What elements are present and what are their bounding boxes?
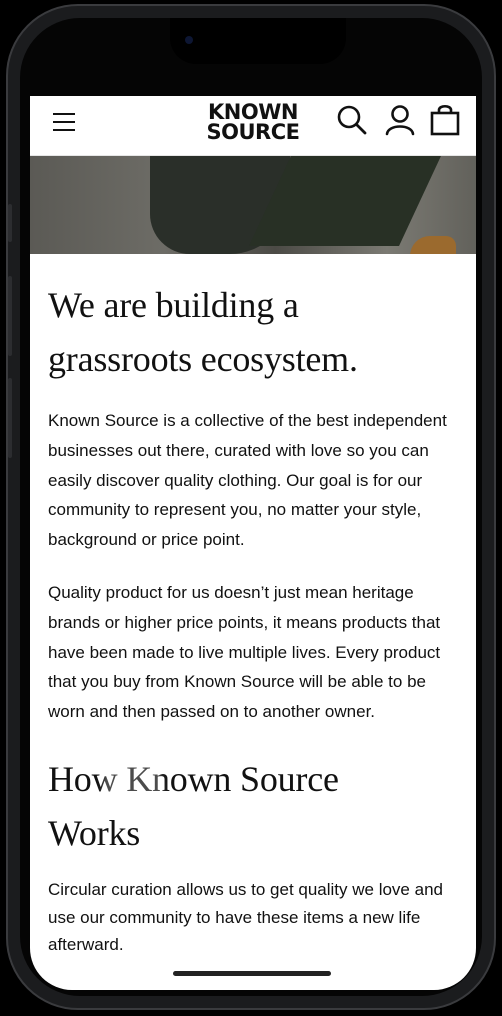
heading-line: We are building a	[48, 285, 299, 325]
paragraph-line: Quality product for us doesn’t just mean…	[48, 583, 414, 602]
search-icon[interactable]	[336, 104, 368, 136]
paragraph-line: Known Source is a collective of the best…	[48, 411, 447, 430]
home-indicator[interactable]	[173, 971, 331, 976]
menu-icon[interactable]	[52, 109, 78, 135]
paragraph-line: that you buy from Known Source will be a…	[48, 672, 426, 692]
mute-switch	[8, 204, 12, 242]
paragraph-line: businesses out there, curated with love …	[48, 440, 429, 460]
touch-indicator	[105, 760, 161, 816]
paragraph-circular: Circular curation allows us to get quali…	[48, 876, 464, 959]
volume-up-button	[8, 276, 12, 356]
brand-logo[interactable]: KNOWN SOURCE	[198, 100, 308, 144]
paragraph-line: brands or higher price points, it means …	[48, 612, 441, 632]
paragraph-line: afterward.	[48, 935, 124, 954]
heading-line: grassroots ecosystem.	[48, 339, 358, 379]
paragraph-collective: Known Source is a collective of the best…	[48, 406, 464, 555]
front-camera	[185, 36, 193, 44]
bag-icon[interactable]	[429, 104, 461, 136]
site-header: KNOWN SOURCE	[30, 96, 476, 156]
brand-logo-line1: KNOWN	[208, 100, 298, 124]
web-page: KNOWN SOURCE We are building a grassroot…	[30, 96, 476, 990]
paragraph-line: worn and then passed on to another owner…	[48, 702, 376, 722]
volume-down-button	[8, 378, 12, 458]
notch	[170, 18, 346, 64]
paragraph-line: easily discover quality clothing. Our go…	[48, 470, 423, 490]
hero-image	[30, 156, 476, 254]
account-icon[interactable]	[384, 104, 416, 136]
heading-how-it-works: How Known Source Works	[48, 752, 464, 860]
paragraph-line: use our community to have these items a …	[48, 907, 421, 927]
paragraph-line: have been made to live multiple lives. E…	[48, 642, 441, 662]
paragraph-quality: Quality product for us doesn’t just mean…	[48, 578, 464, 727]
paragraph-line: background or price point.	[48, 530, 245, 550]
heading-line: Works	[48, 813, 141, 853]
paragraph-line: community to represent you, no matter yo…	[48, 500, 422, 520]
brand-logo-line2: SOURCE	[206, 120, 300, 144]
heading-grassroots: We are building a grassroots ecosystem.	[48, 278, 464, 386]
paragraph-line: Circular curation allows us to get quali…	[48, 880, 443, 899]
